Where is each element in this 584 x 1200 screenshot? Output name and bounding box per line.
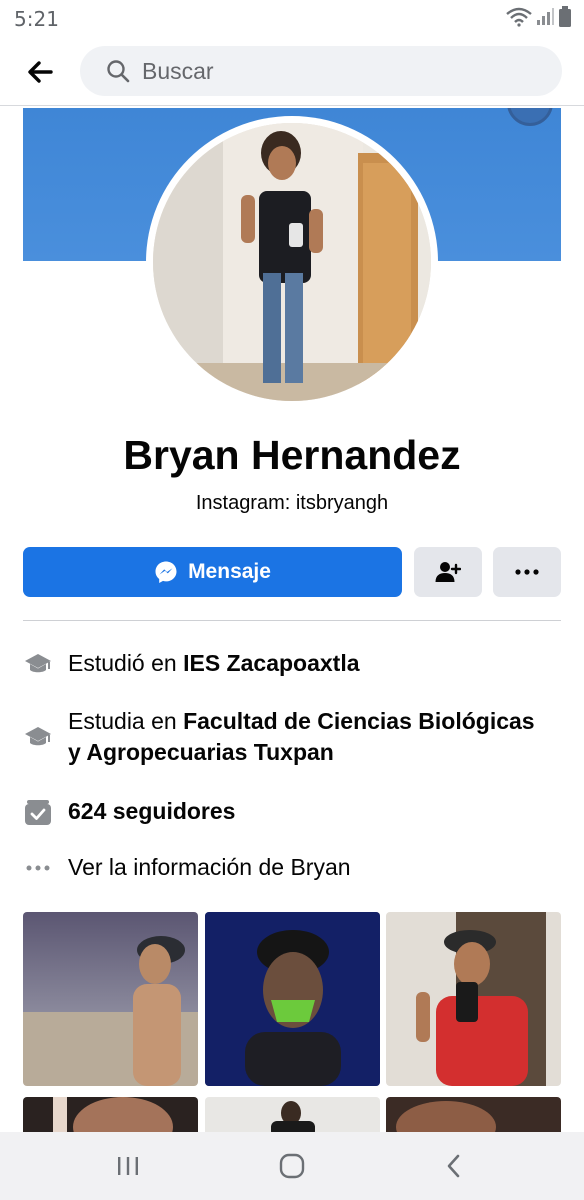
- photo-thumbnail[interactable]: [23, 1097, 198, 1132]
- messenger-icon: [155, 561, 177, 583]
- wifi-icon: [506, 7, 532, 27]
- photo-thumbnail[interactable]: [386, 912, 561, 1086]
- status-icons: [506, 6, 572, 28]
- info-prefix: Estudió en: [68, 650, 184, 676]
- message-button-label: Mensaje: [188, 560, 271, 583]
- info-row-studied: Estudió en IES Zacapoaxtla: [23, 648, 561, 679]
- followers-count: 624 seguidores: [68, 798, 236, 824]
- recent-apps-icon: [118, 1157, 138, 1175]
- status-bar: 5:21: [0, 0, 584, 36]
- divider: [23, 620, 561, 621]
- school-name: IES Zacapoaxtla: [183, 650, 360, 676]
- add-friend-button[interactable]: [414, 547, 482, 597]
- system-back-button[interactable]: [424, 1148, 484, 1184]
- photos-grid: [23, 912, 561, 1132]
- photo-thumbnail[interactable]: [205, 912, 380, 1086]
- recent-apps-button[interactable]: [98, 1148, 158, 1184]
- top-bar: Buscar: [0, 36, 584, 106]
- profile-photo-illustration: [153, 123, 431, 401]
- more-options-button[interactable]: [493, 547, 561, 597]
- graduation-cap-icon: [23, 649, 53, 679]
- profile-name: Bryan Hernandez: [123, 432, 461, 478]
- more-dots-icon: [23, 853, 53, 883]
- info-prefix: Estudia en: [68, 708, 184, 734]
- chevron-left-icon: [447, 1154, 460, 1178]
- system-navigation-bar: [0, 1132, 584, 1200]
- search-placeholder: Buscar: [142, 57, 214, 84]
- add-friend-icon: [435, 562, 461, 582]
- home-button[interactable]: [262, 1148, 322, 1184]
- search-icon: [107, 60, 130, 83]
- info-row-see-info[interactable]: Ver la información de Bryan: [23, 852, 561, 883]
- graduation-cap-icon: [23, 722, 53, 752]
- message-button[interactable]: Mensaje: [23, 547, 402, 597]
- profile-bio: Instagram: itsbryangh: [195, 492, 389, 514]
- search-input[interactable]: Buscar: [80, 46, 562, 96]
- profile-picture[interactable]: [146, 116, 438, 408]
- battery-icon: [559, 6, 571, 27]
- profile-picture-image: [153, 123, 431, 401]
- signal-icon: [537, 8, 554, 25]
- back-button[interactable]: [22, 54, 58, 90]
- see-info-link[interactable]: Ver la información de Bryan: [68, 852, 351, 883]
- info-text: Estudia en Facultad de Ciencias Biológic…: [68, 706, 538, 768]
- info-row-studies: Estudia en Facultad de Ciencias Biológic…: [23, 706, 561, 768]
- photo-thumbnail[interactable]: [386, 1097, 561, 1132]
- followers-icon: [23, 797, 53, 827]
- info-text: 624 seguidores: [68, 796, 235, 827]
- more-dots-icon: [515, 569, 539, 575]
- photo-thumbnail[interactable]: [205, 1097, 380, 1132]
- info-row-followers[interactable]: 624 seguidores: [23, 796, 561, 827]
- home-icon: [279, 1153, 305, 1179]
- info-text: Estudió en IES Zacapoaxtla: [68, 648, 360, 679]
- status-time: 5:21: [14, 7, 59, 31]
- photo-thumbnail[interactable]: [23, 912, 198, 1086]
- back-arrow-icon: [28, 61, 53, 83]
- cover-camera-button[interactable]: [507, 108, 553, 126]
